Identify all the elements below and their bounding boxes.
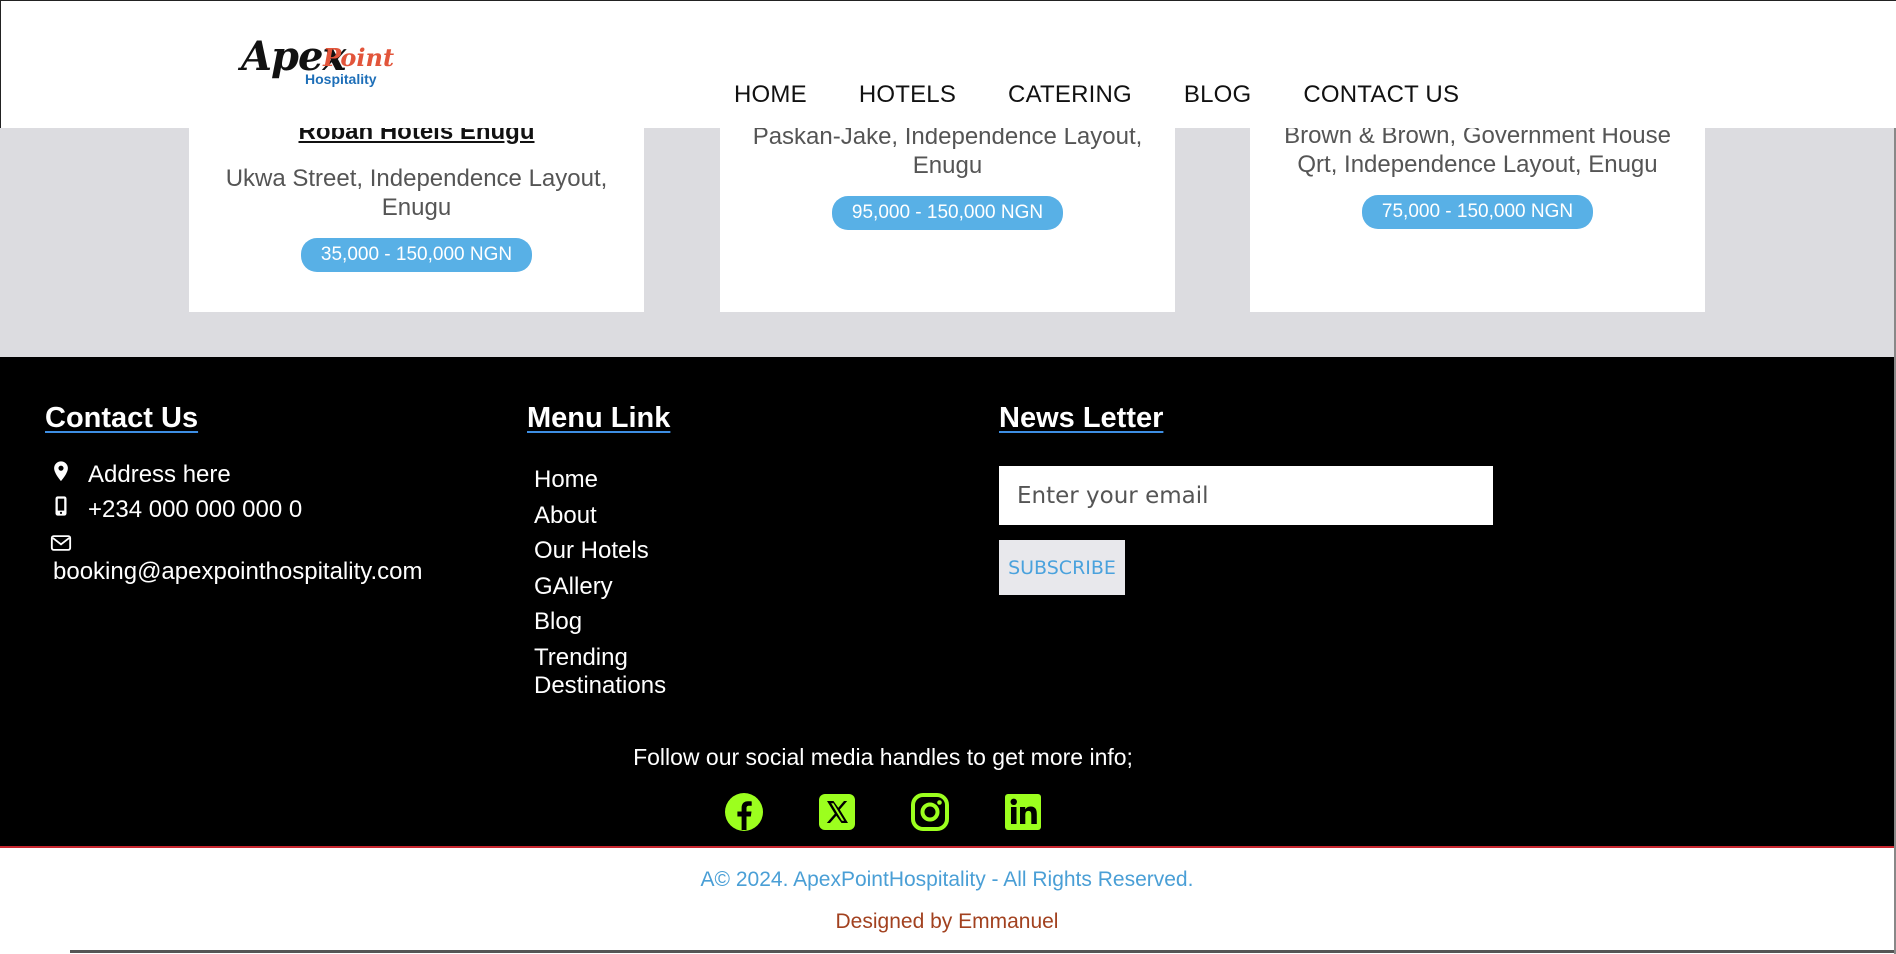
footer-link-blog[interactable]: Blog (534, 604, 694, 640)
mobile-phone-icon (50, 494, 72, 525)
bottom-divider (70, 950, 1896, 953)
price-badge: 95,000 - 150,000 NGN (831, 196, 1064, 230)
price-badge: 35,000 - 150,000 NGN (300, 238, 533, 272)
main-nav: HOME HOTELS CATERING BLOG CONTACT US (734, 81, 1459, 109)
hotel-address: Ukwa Street, Independence Layout, Enugu (225, 165, 608, 221)
nav-contact-us[interactable]: CONTACT US (1303, 81, 1459, 109)
logo-point-text: Point (323, 43, 395, 72)
phone-text[interactable]: +234 000 000 000 0 (88, 496, 302, 524)
nav-blog[interactable]: BLOG (1184, 81, 1252, 109)
newsletter-email-input[interactable] (999, 466, 1493, 525)
social-icons (724, 792, 1043, 832)
instagram-icon[interactable] (910, 792, 950, 832)
site-footer (0, 357, 1896, 848)
menu-link-heading: Menu Link (527, 402, 671, 434)
designed-by-text: Designed by Emmanuel (835, 910, 1059, 933)
nav-hotels[interactable]: HOTELS (859, 81, 956, 109)
footer-link-gallery[interactable]: GAllery (534, 569, 694, 605)
site-logo[interactable]: Apex Point Hospitality (237, 31, 394, 91)
hotel-card[interactable]: Roban Hotels Enugu Ukwa Street, Independ… (189, 118, 644, 312)
site-header: Apex Point Hospitality HOME HOTELS CATER… (0, 0, 1896, 128)
hotel-card[interactable]: Brown & Brown, Government House Qrt, Ind… (1250, 122, 1705, 312)
x-twitter-icon[interactable] (817, 792, 857, 832)
contact-us-heading: Contact Us (45, 402, 199, 434)
nav-home[interactable]: HOME (734, 81, 807, 109)
logo-hospitality-text: Hospitality (305, 71, 377, 87)
footer-link-trending-destinations[interactable]: Trending Destinations (534, 644, 694, 700)
linkedin-icon[interactable] (1003, 792, 1043, 832)
contact-address: Address here (50, 459, 231, 490)
email-text[interactable]: booking@apexpointhospitality.com (53, 558, 422, 586)
footer-menu: Home About Our Hotels GAllery Blog Trend… (534, 462, 694, 700)
newsletter-heading: News Letter (999, 402, 1164, 434)
map-pin-icon (50, 459, 72, 490)
social-follow-text: Follow our social media handles to get m… (633, 744, 1133, 770)
subscribe-button[interactable]: SUBSCRIBE (999, 540, 1125, 595)
footer-link-home[interactable]: Home (534, 462, 694, 498)
footer-link-about[interactable]: About (534, 498, 694, 534)
hotel-address: Paskan-Jake, Independence Layout, Enugu (752, 123, 1143, 179)
facebook-icon[interactable] (724, 792, 764, 832)
footer-link-our-hotels[interactable]: Our Hotels (534, 533, 694, 569)
hotel-card[interactable]: Paskan-Jake, Independence Layout, Enugu … (720, 123, 1175, 312)
hotel-address: Brown & Brown, Government House Qrt, Ind… (1284, 122, 1671, 178)
contact-phone: +234 000 000 000 0 (50, 494, 302, 525)
copyright-text: A© 2024. ApexPointHospitality - All Righ… (700, 868, 1194, 891)
hotels-band: Roban Hotels Enugu Ukwa Street, Independ… (0, 118, 1896, 357)
page: Roban Hotels Enugu Ukwa Street, Independ… (0, 0, 1896, 954)
price-badge: 75,000 - 150,000 NGN (1361, 195, 1594, 229)
address-text: Address here (88, 460, 231, 488)
nav-catering[interactable]: CATERING (1008, 81, 1132, 109)
